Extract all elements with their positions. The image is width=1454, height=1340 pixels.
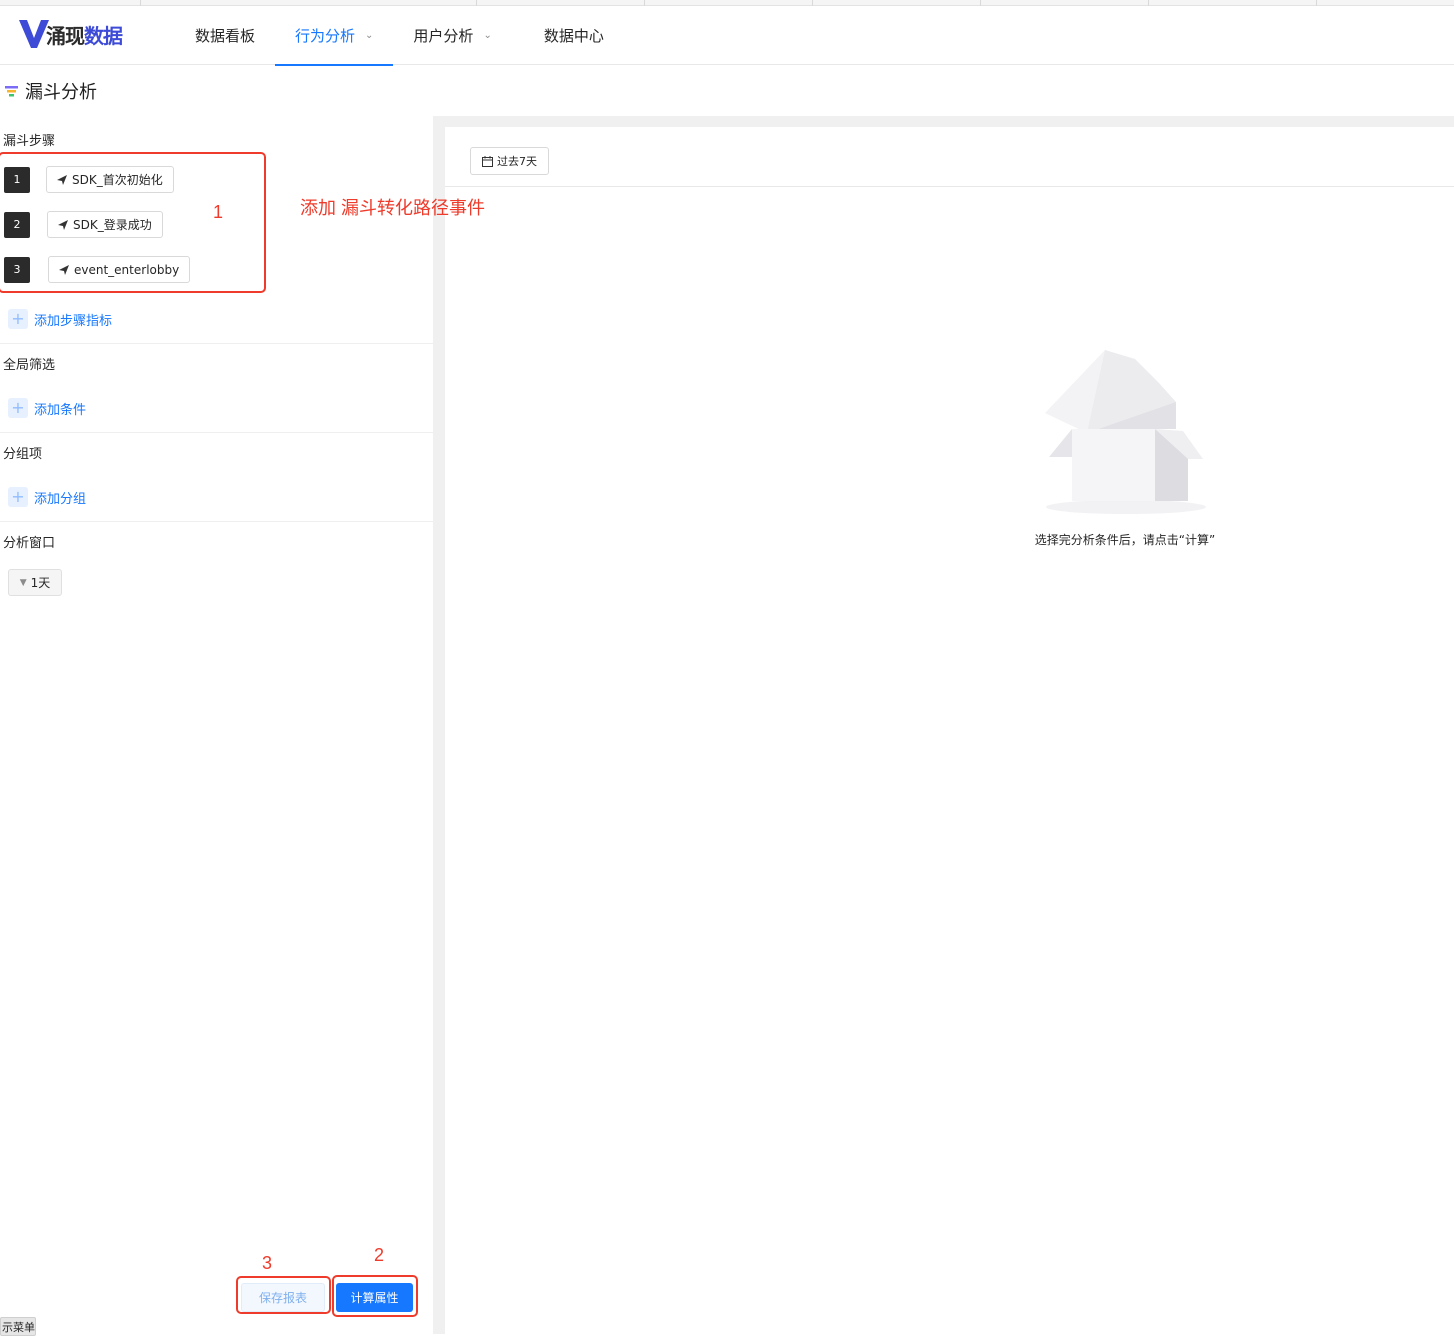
analysis-window-value: 1天	[30, 576, 51, 590]
funnel-steps-label: 漏斗步骤	[3, 134, 56, 149]
content-gutter-top	[433, 116, 1454, 127]
nav-item-label: 数据中心	[543, 27, 604, 45]
date-range-picker[interactable]: 过去7天	[470, 147, 549, 175]
chevron-down-icon: ⌄	[483, 30, 492, 41]
annotation-box-calculate	[332, 1275, 418, 1317]
add-step-button[interactable]: + 添加步骤指标	[8, 309, 112, 329]
plus-icon: +	[8, 487, 28, 507]
add-condition-label: 添加条件	[34, 402, 87, 418]
funnel-icon	[5, 85, 18, 96]
annotation-number: 1	[213, 202, 224, 222]
analysis-window-selector[interactable]: ▼ 1天	[8, 569, 62, 596]
nav-item-dashboard[interactable]: 数据看板	[175, 6, 275, 65]
section-divider	[0, 343, 433, 344]
global-filter-label: 全局筛选	[3, 358, 56, 373]
page-title-text: 漏斗分析	[25, 82, 97, 103]
calendar-icon	[482, 155, 493, 167]
plus-icon: +	[8, 398, 28, 418]
brand-name: 涌现数据	[46, 23, 123, 48]
config-panel: 漏斗步骤 1 SDK_首次初始化 2 SDK_登录成功 3 event_ente…	[0, 116, 433, 1328]
add-group-label: 添加分组	[34, 491, 87, 507]
menu-chip[interactable]: 示菜单	[0, 1317, 36, 1336]
plus-icon: +	[8, 309, 28, 329]
nav-item-label: 用户分析	[413, 27, 474, 45]
add-step-label: 添加步骤指标	[34, 313, 113, 329]
brand-logo[interactable]: 涌现数据	[18, 14, 123, 54]
nav-item-label: 数据看板	[195, 27, 256, 45]
section-divider	[0, 521, 433, 522]
section-divider	[0, 432, 433, 433]
nav-item-user-analysis[interactable]: 用户分析 ⌄	[393, 6, 511, 65]
empty-state-message: 选择完分析条件后，请点击“计算”	[1034, 533, 1216, 547]
add-group-button[interactable]: + 添加分组	[8, 487, 86, 507]
page-title: 漏斗分析	[5, 78, 97, 104]
empty-box-illustration	[1045, 350, 1206, 514]
annotation-text: 添加 漏斗转化路径事件	[300, 198, 485, 218]
chevron-down-icon: ⌄	[365, 30, 374, 41]
group-by-label: 分组项	[3, 447, 43, 462]
result-panel: 过去7天 选择完分析条件后，请点击“计算”	[445, 127, 1454, 1334]
main-nav: 数据看板 行为分析 ⌄ 用户分析 ⌄ 数据中心	[175, 6, 624, 66]
annotation-box-steps	[0, 152, 266, 293]
toolbar-divider	[445, 186, 1454, 187]
nav-item-behavior-analysis[interactable]: 行为分析 ⌄	[275, 6, 394, 66]
analysis-window-label: 分析窗口	[3, 536, 56, 551]
annotation-box-save	[236, 1276, 331, 1314]
annotation-number: 2	[374, 1245, 385, 1265]
add-condition-button[interactable]: + 添加条件	[8, 398, 86, 418]
annotation-number: 3	[262, 1253, 273, 1273]
nav-item-label: 行为分析	[295, 27, 356, 45]
nav-item-data-center[interactable]: 数据中心	[512, 6, 624, 65]
content-gutter	[433, 116, 445, 1334]
top-header: 涌现数据 数据看板 行为分析 ⌄ 用户分析 ⌄ 数据中心	[0, 6, 1454, 66]
funnel-small-icon: ▼	[19, 577, 27, 588]
date-range-label: 过去7天	[497, 155, 537, 168]
